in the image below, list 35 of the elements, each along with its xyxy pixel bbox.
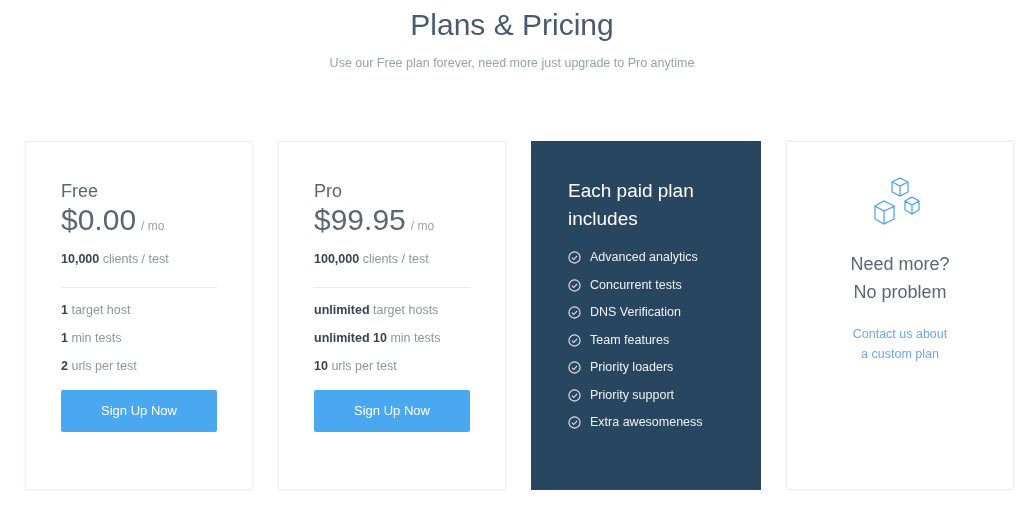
check-circle-icon bbox=[568, 416, 581, 429]
plan-feature: unlimited target hosts bbox=[314, 301, 440, 318]
plan-name: Free bbox=[61, 179, 99, 202]
price-period: / mo bbox=[141, 217, 165, 235]
check-circle-icon bbox=[568, 278, 581, 292]
check-circle-icon bbox=[568, 251, 581, 264]
page-subtitle: Use our Free plan forever, need more just upgrade to Pro anytime bbox=[329, 55, 695, 72]
sign-up-button[interactable]: Sign Up Now bbox=[61, 389, 217, 432]
check-circle-icon bbox=[568, 333, 581, 347]
plan-price: $0.00 bbox=[61, 201, 137, 238]
plan-name: Pro bbox=[314, 179, 343, 202]
plan-feature: 1 min tests bbox=[61, 329, 123, 346]
included-feature: Concurrent tests bbox=[590, 276, 682, 294]
included-feature: Priority loaders bbox=[590, 359, 674, 377]
included-feature: DNS Verification bbox=[590, 304, 681, 322]
plan-feature: unlimited 10 min tests bbox=[314, 329, 442, 346]
price-period: / mo bbox=[410, 217, 435, 235]
included-feature: Team features bbox=[590, 331, 670, 349]
check-circle-icon bbox=[568, 306, 581, 319]
plan-feature: 10 urls per test bbox=[314, 357, 398, 374]
check-circle-icon bbox=[568, 361, 581, 374]
clients-limit: 100,000 clients / test bbox=[314, 250, 430, 268]
page-title: Plans & Pricing bbox=[410, 7, 614, 43]
clients-limit: 10,000 clients / test bbox=[61, 250, 170, 268]
check-circle-icon bbox=[568, 388, 581, 402]
included-feature: Extra awesomeness bbox=[590, 414, 703, 432]
sign-up-button[interactable]: Sign Up Now bbox=[314, 389, 470, 432]
includes-title: Each paid plan includes bbox=[568, 178, 695, 231]
contact-link[interactable]: Contact us about a custom plan bbox=[852, 323, 948, 364]
plan-feature: 2 urls per test bbox=[61, 357, 138, 374]
custom-plan-heading: Need more? No problem bbox=[850, 252, 950, 304]
included-feature: Priority support bbox=[590, 386, 675, 404]
plan-price: $99.95 bbox=[314, 201, 406, 238]
plan-feature: 1 target host bbox=[61, 301, 132, 318]
included-feature: Advanced analytics bbox=[590, 249, 698, 267]
